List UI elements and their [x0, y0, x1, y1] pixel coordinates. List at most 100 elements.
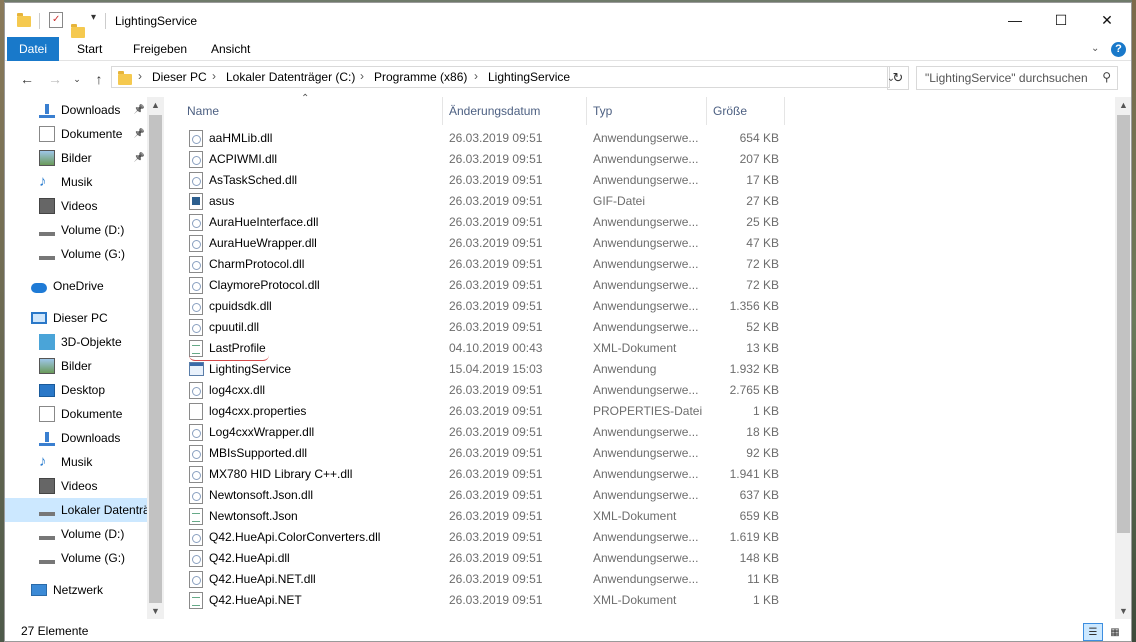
- file-row[interactable]: aaHMLib.dll 26.03.2019 09:51 Anwendungserw…: [181, 128, 789, 149]
- file-row[interactable]: Q42.HueApi.NET.dll 26.03.2019 09:51 Anwend…: [181, 569, 789, 590]
- file-row[interactable]: log4cxx.properties 26.03.2019 09:51 PROPER…: [181, 401, 789, 422]
- dll-file-icon: [189, 256, 203, 273]
- breadcrumb-dieser-pc[interactable]: Dieser PC: [152, 70, 207, 84]
- file-row[interactable]: Newtonsoft.Json.dll 26.03.2019 09:51 Anwen…: [181, 485, 789, 506]
- sidebar-item-onedrive[interactable]: OneDrive: [5, 274, 147, 298]
- search-input[interactable]: "LightingService" durchsuchen ⚲: [916, 66, 1118, 90]
- properties-icon[interactable]: ✓: [49, 12, 63, 28]
- sidebar-item-downloads[interactable]: Downloads 📌: [5, 98, 147, 122]
- sidebar-item-volume-g[interactable]: Volume (G:): [5, 546, 147, 570]
- nav-scrollbar-thumb[interactable]: [149, 115, 162, 603]
- scroll-up-icon[interactable]: ▲: [1115, 97, 1131, 113]
- sidebar-item-label: Lokaler Datenträ: [61, 503, 147, 517]
- chevron-right-icon[interactable]: ›: [360, 69, 364, 83]
- scroll-down-icon[interactable]: ▼: [147, 603, 164, 619]
- sidebar-item-volume-g[interactable]: Volume (G:): [5, 242, 147, 266]
- list-scrollbar[interactable]: ▲ ▼: [1115, 97, 1131, 619]
- sidebar-item-label: Volume (D:): [61, 527, 125, 541]
- file-row[interactable]: AuraHueInterface.dll 26.03.2019 09:51 Anwe…: [181, 212, 789, 233]
- tab-start[interactable]: Start: [65, 37, 114, 61]
- breadcrumb-programme-x86[interactable]: Programme (x86): [374, 70, 467, 84]
- chevron-right-icon[interactable]: ›: [138, 69, 142, 83]
- nav-scrollbar[interactable]: ▲ ▼: [147, 97, 164, 619]
- file-row[interactable]: AuraHueWrapper.dll 26.03.2019 09:51 Anwend…: [181, 233, 789, 254]
- file-row[interactable]: ClaymoreProtocol.dll 26.03.2019 09:51 Anwe…: [181, 275, 789, 296]
- chevron-right-icon[interactable]: ›: [212, 69, 216, 83]
- sidebar-item-volume-d[interactable]: Volume (D:): [5, 522, 147, 546]
- sidebar-item-label: Dokumente: [61, 407, 123, 421]
- file-row[interactable]: asus 26.03.2019 09:51 GIF-Datei 27 KB: [181, 191, 789, 212]
- chevron-right-icon[interactable]: ›: [474, 69, 478, 83]
- column-header-name[interactable]: Name: [181, 97, 443, 125]
- file-date: 04.10.2019 00:43: [449, 341, 543, 355]
- file-row[interactable]: Q42.HueApi.NET 26.03.2019 09:51 XML-Dokume…: [181, 590, 789, 611]
- file-row[interactable]: CharmProtocol.dll 26.03.2019 09:51 Anwendu…: [181, 254, 789, 275]
- expand-ribbon-icon[interactable]: ⌄: [1091, 43, 1099, 54]
- sidebar-item-dokumente[interactable]: Dokumente 📌: [5, 122, 147, 146]
- back-button[interactable]: ←: [17, 69, 37, 89]
- address-bar[interactable]: › Dieser PC › Lokaler Datenträger (C:) ›…: [111, 66, 890, 88]
- column-header-date[interactable]: Änderungsdatum: [443, 97, 587, 125]
- column-header-size[interactable]: Größe: [707, 97, 785, 125]
- tab-freigeben[interactable]: Freigeben: [121, 37, 199, 61]
- sidebar-item-dokumente[interactable]: Dokumente: [5, 402, 147, 426]
- sidebar-item-netzwerk[interactable]: Netzwerk: [5, 578, 147, 602]
- minimize-button[interactable]: —: [992, 3, 1038, 37]
- file-size: 1.356 KB: [729, 299, 779, 313]
- file-row[interactable]: log4cxx.dll 26.03.2019 09:51 Anwendungserw…: [181, 380, 789, 401]
- file-size: 11 KB: [747, 572, 779, 586]
- sidebar-item-label: Dieser PC: [53, 311, 108, 325]
- file-type: Anwendungserwe...: [593, 152, 699, 166]
- sidebar-item-videos[interactable]: Videos: [5, 194, 147, 218]
- dll-file-icon: [189, 130, 203, 147]
- file-row[interactable]: ACPIWMI.dll 26.03.2019 09:51 Anwendungserw…: [181, 149, 789, 170]
- file-row[interactable]: Log4cxxWrapper.dll 26.03.2019 09:51 Anwend…: [181, 422, 789, 443]
- tab-ansicht[interactable]: Ansicht: [199, 37, 262, 61]
- sidebar-item-volume-d[interactable]: Volume (D:): [5, 218, 147, 242]
- maximize-button[interactable]: ☐: [1038, 3, 1084, 37]
- sidebar-item-videos[interactable]: Videos: [5, 474, 147, 498]
- file-row[interactable]: Newtonsoft.Json 26.03.2019 09:51 XML-Dokum…: [181, 506, 789, 527]
- sidebar-item-lokaler-datentr[interactable]: Lokaler Datenträ: [5, 498, 147, 522]
- scroll-up-icon[interactable]: ▲: [147, 97, 164, 113]
- file-type: PROPERTIES-Datei: [593, 404, 703, 418]
- forward-button[interactable]: →: [45, 69, 65, 89]
- large-icons-view-button[interactable]: ▦: [1105, 623, 1125, 641]
- recent-locations-button[interactable]: ⌄: [67, 69, 87, 89]
- file-row[interactable]: cpuidsdk.dll 26.03.2019 09:51 Anwendungser…: [181, 296, 789, 317]
- scroll-down-icon[interactable]: ▼: [1115, 603, 1131, 619]
- breadcrumb-lightingservice[interactable]: LightingService: [488, 70, 570, 84]
- file-row[interactable]: LastProfile 04.10.2019 00:43 XML-Dokument 1…: [181, 338, 789, 359]
- list-scrollbar-thumb[interactable]: [1117, 115, 1130, 533]
- file-type: Anwendungserwe...: [593, 278, 699, 292]
- explorer-window: ✓ ▾ LightingService — ☐ ✕ Datei Start Fr…: [4, 2, 1132, 642]
- sidebar-item-downloads[interactable]: Downloads: [5, 426, 147, 450]
- breadcrumb-lokaler-datentraeger[interactable]: Lokaler Datenträger (C:): [226, 70, 355, 84]
- sidebar-item-dieser-pc[interactable]: Dieser PC: [5, 306, 147, 330]
- file-row[interactable]: MBIsSupported.dll 26.03.2019 09:51 Anwendu…: [181, 443, 789, 464]
- file-row[interactable]: Q42.HueApi.ColorConverters.dll 26.03.2019…: [181, 527, 789, 548]
- column-header-type[interactable]: Typ: [587, 97, 707, 125]
- file-row[interactable]: Q42.HueApi.dll 26.03.2019 09:51 Anwendungs…: [181, 548, 789, 569]
- sidebar-item-desktop[interactable]: Desktop: [5, 378, 147, 402]
- file-row[interactable]: LightingService 15.04.2019 15:03 Anwendung…: [181, 359, 789, 380]
- help-icon[interactable]: ?: [1111, 42, 1126, 57]
- close-button[interactable]: ✕: [1084, 3, 1130, 37]
- file-date: 26.03.2019 09:51: [449, 425, 543, 439]
- sidebar-item-bilder[interactable]: Bilder: [5, 354, 147, 378]
- sidebar-item-3d-objekte[interactable]: 3D-Objekte: [5, 330, 147, 354]
- file-size: 1 KB: [752, 404, 779, 418]
- file-row[interactable]: cpuutil.dll 26.03.2019 09:51 Anwendungserw…: [181, 317, 789, 338]
- file-row[interactable]: AsTaskSched.dll 26.03.2019 09:51 Anwendung…: [181, 170, 789, 191]
- file-size: 47 KB: [746, 236, 779, 250]
- refresh-button[interactable]: ↻: [887, 66, 909, 90]
- sidebar-item-musik[interactable]: ♪ Musik: [5, 450, 147, 474]
- sidebar-item-musik[interactable]: ♪ Musik: [5, 170, 147, 194]
- file-row[interactable]: MX780 HID Library C++.dll 26.03.2019 09:5…: [181, 464, 789, 485]
- up-button[interactable]: ↑: [89, 69, 109, 89]
- tab-datei[interactable]: Datei: [7, 37, 59, 61]
- sidebar-item-bilder[interactable]: Bilder 📌: [5, 146, 147, 170]
- customize-quick-access-icon[interactable]: ▾: [91, 12, 96, 23]
- details-view-button[interactable]: ☰: [1083, 623, 1103, 641]
- file-date: 26.03.2019 09:51: [449, 131, 543, 145]
